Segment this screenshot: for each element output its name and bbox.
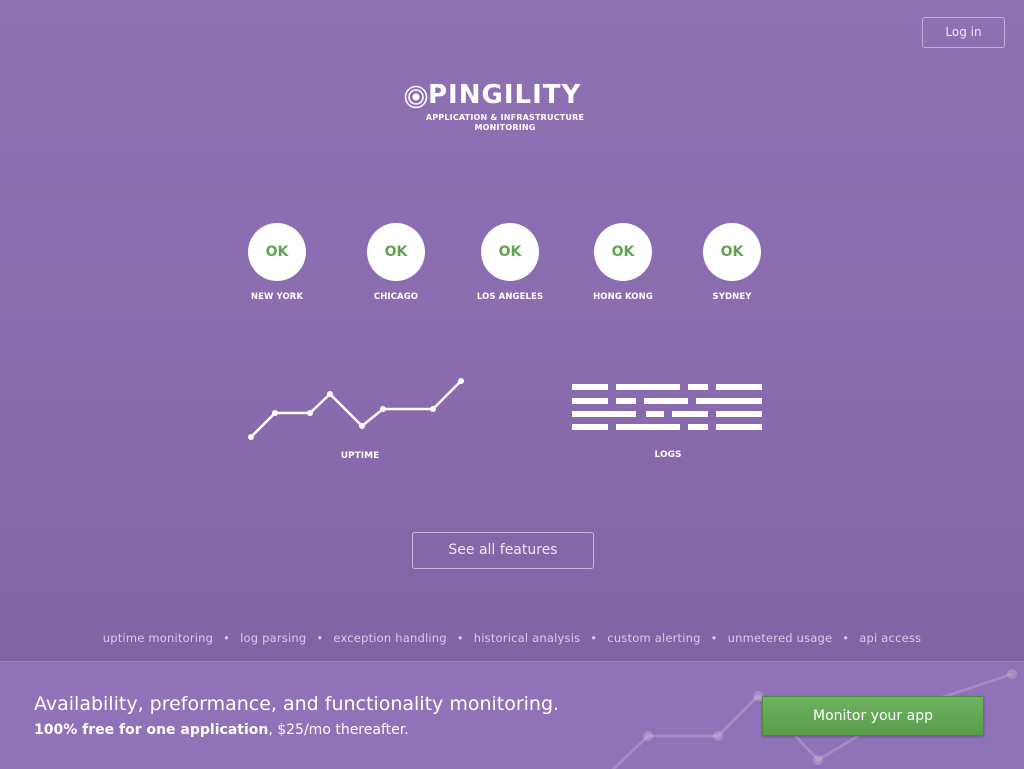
feature-item: unmetered usage <box>727 631 833 645</box>
location-name: LOS ANGELES <box>476 292 544 302</box>
separator-dot: • <box>590 631 598 645</box>
tagline-line-1: APPLICATION & INFRASTRUCTURE <box>425 113 585 122</box>
status-badge: OK <box>367 223 425 281</box>
logs-icon <box>572 384 762 430</box>
feature-item: uptime monitoring <box>102 631 214 645</box>
cta-bar: Availability, preformance, and functiona… <box>0 661 1024 769</box>
location-status: OK NEW YORK <box>222 223 332 302</box>
feature-item: historical analysis <box>473 631 581 645</box>
uptime-graph-icon <box>248 378 464 440</box>
feature-item: custom alerting <box>607 631 701 645</box>
location-name: HONG KONG <box>593 292 653 302</box>
pricing-highlight: 100% free for one application <box>34 722 269 738</box>
separator-dot: • <box>710 631 718 645</box>
login-button[interactable]: Log in <box>922 17 1005 48</box>
status-badge: OK <box>703 223 761 281</box>
pricing-rest: , $25/mo thereafter. <box>268 722 409 738</box>
feature-item: log parsing <box>240 631 307 645</box>
separator-dot: • <box>316 631 324 645</box>
feature-item: exception handling <box>333 631 447 645</box>
brand-tagline: APPLICATION & INFRASTRUCTURE MONITORING <box>405 113 605 133</box>
status-badge: OK <box>481 223 539 281</box>
monitor-your-app-button[interactable]: Monitor your app <box>762 696 984 736</box>
tagline-line-2: MONITORING <box>474 123 536 132</box>
location-status: OK HONG KONG <box>568 223 678 302</box>
location-name: SYDNEY <box>712 292 752 302</box>
location-status: OK CHICAGO <box>341 223 451 302</box>
status-badge: OK <box>594 223 652 281</box>
see-all-features-button[interactable]: See all features <box>412 532 594 569</box>
brand-name: PINGILITY <box>428 80 582 110</box>
status-badge: OK <box>248 223 306 281</box>
separator-dot: • <box>456 631 464 645</box>
pricing-text: 100% free for one application, $25/mo th… <box>34 722 409 738</box>
feature-item: api access <box>859 631 922 645</box>
location-name: NEW YORK <box>250 292 304 302</box>
feature-list: uptime monitoring • log parsing • exception … <box>0 631 1024 645</box>
logs-label: LOGS <box>654 450 682 460</box>
separator-dot: • <box>223 631 231 645</box>
location-name: CHICAGO <box>373 292 419 302</box>
target-icon <box>404 85 428 109</box>
location-status: OK LOS ANGELES <box>455 223 565 302</box>
uptime-label: UPTIME <box>340 451 380 461</box>
cta-headline: Availability, preformance, and functiona… <box>34 693 560 715</box>
separator-dot: • <box>842 631 850 645</box>
location-status: OK SYDNEY <box>677 223 787 302</box>
